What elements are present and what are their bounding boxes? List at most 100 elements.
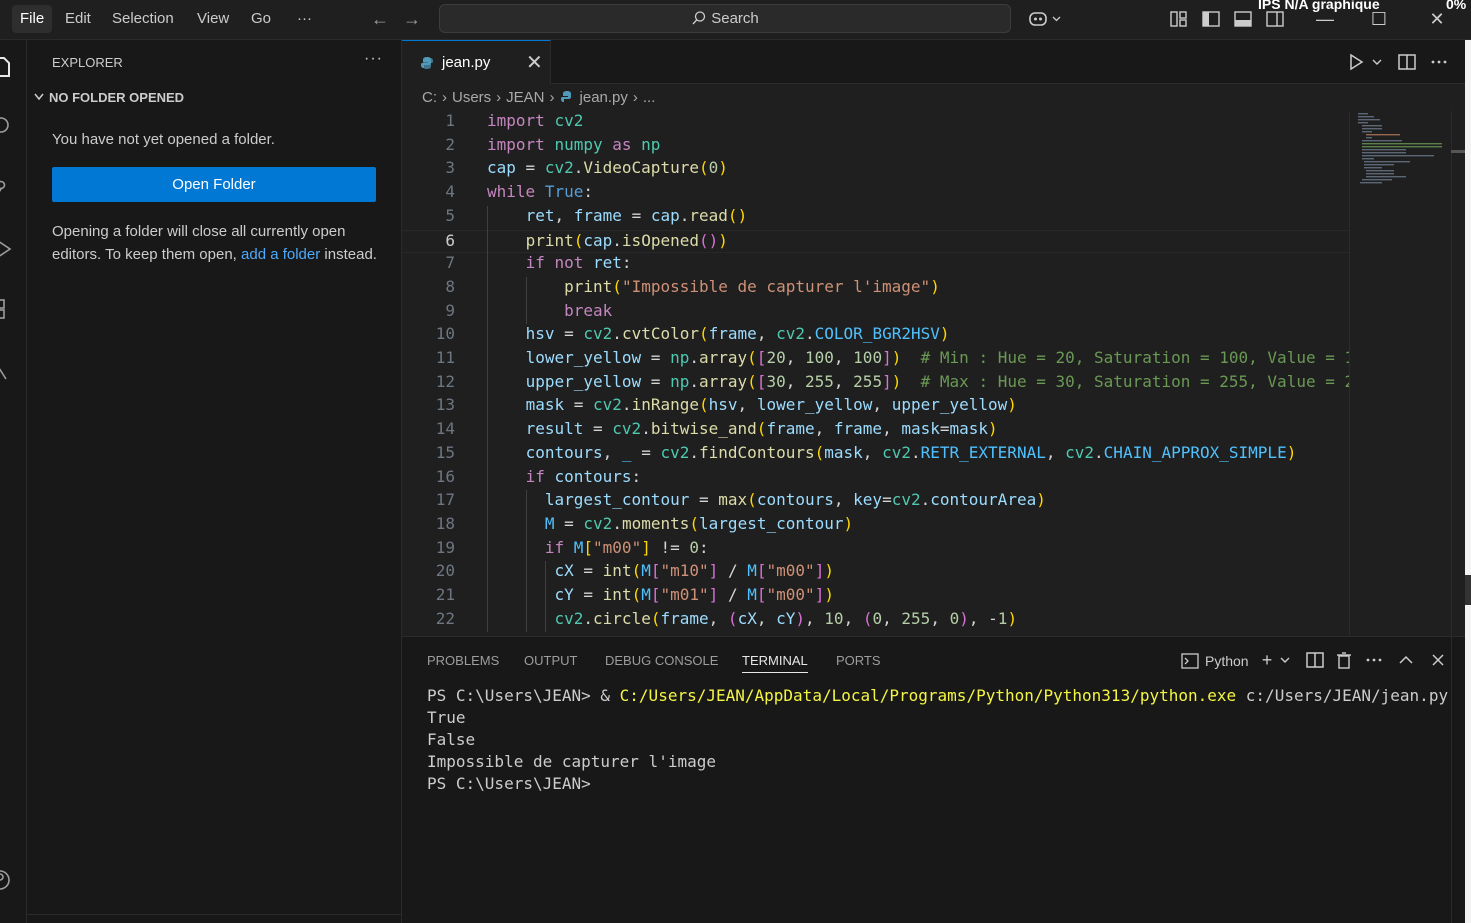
- code-line[interactable]: 12 upper_yellow = np.array([30, 255, 255…: [402, 372, 1349, 396]
- terminal-arg: c:/Users/JEAN/jean.py: [1236, 686, 1449, 705]
- code-line[interactable]: 4 while True:: [402, 182, 1349, 206]
- tab-debug-console[interactable]: DEBUG CONSOLE: [605, 653, 718, 668]
- code-line[interactable]: 10 hsv = cv2.cvtColor(frame, cv2.COLOR_B…: [402, 324, 1349, 348]
- code-line[interactable]: 6 print(cap.isOpened()): [402, 229, 1349, 254]
- code-line[interactable]: 16 if contours:: [402, 467, 1349, 491]
- terminal-icon: [1181, 653, 1199, 669]
- arrow-left-icon[interactable]: ←: [369, 8, 391, 30]
- code-line[interactable]: 14 result = cv2.bitwise_and(frame, frame…: [402, 419, 1349, 443]
- code-line[interactable]: 1 import cv2: [402, 111, 1349, 135]
- menu-view[interactable]: View: [189, 0, 237, 38]
- menu-selection[interactable]: Selection: [104, 0, 182, 38]
- editor-more-actions-icon[interactable]: [1429, 52, 1449, 72]
- tab-ports[interactable]: PORTS: [836, 653, 881, 668]
- indent-guide: [487, 205, 488, 633]
- breadcrumb-item[interactable]: JEAN: [506, 89, 544, 106]
- menu-more[interactable]: ···: [289, 0, 320, 38]
- maximize-panel-chevron-up-icon[interactable]: [1396, 650, 1416, 670]
- code-text: if not ret:: [525, 253, 632, 273]
- line-number: 10: [435, 324, 455, 344]
- panel-more-actions-icon[interactable]: [1364, 650, 1384, 670]
- explorer-files-icon[interactable]: [0, 56, 12, 78]
- maximize-icon[interactable]: ☐: [1366, 6, 1392, 32]
- run-python-icon[interactable]: [1346, 52, 1366, 72]
- split-editor-icon[interactable]: [1397, 52, 1417, 72]
- code-editor[interactable]: 1 import cv2 2 import numpy as np 3 cap = cv2…: [402, 111, 1349, 636]
- tab-jean-py[interactable]: jean.py ✕: [402, 40, 551, 84]
- terminal-dropdown-chevron-icon[interactable]: [1278, 650, 1292, 670]
- editor-scrollbar-thumb[interactable]: [1451, 150, 1465, 153]
- toggle-panel-icon[interactable]: [1233, 9, 1253, 29]
- search-view-icon[interactable]: [0, 115, 12, 137]
- explorer-sidebar: EXPLORER ··· NO FOLDER OPENED You have n…: [27, 40, 402, 923]
- minimize-icon[interactable]: —: [1312, 6, 1338, 32]
- copilot-icon[interactable]: [1027, 9, 1065, 29]
- code-line[interactable]: 19 if M["m00"] != 0:: [402, 538, 1349, 562]
- indent-guide: [544, 561, 546, 633]
- breadcrumb-item[interactable]: jean.py: [580, 89, 628, 106]
- extensions-icon[interactable]: [0, 298, 12, 320]
- line-number: 11: [435, 348, 455, 367]
- toggle-primary-sidebar-icon[interactable]: [1201, 9, 1221, 29]
- menu-edit[interactable]: Edit: [57, 0, 99, 38]
- tab-problems[interactable]: PROBLEMS: [427, 653, 499, 668]
- code-line[interactable]: 7 if not ret:: [402, 253, 1349, 277]
- breadcrumb-item[interactable]: C:: [422, 89, 437, 106]
- terminal-prompt: PS C:\Users\JEAN>: [427, 774, 591, 793]
- code-line[interactable]: 18 M = cv2.moments(largest_contour): [402, 514, 1349, 538]
- bottom-panel: PROBLEMS OUTPUT DEBUG CONSOLE TERMINAL P…: [402, 636, 1471, 923]
- line-number: 21: [435, 585, 455, 604]
- source-control-icon[interactable]: [0, 177, 12, 199]
- close-panel-icon[interactable]: [1428, 650, 1448, 670]
- terminal-output[interactable]: PS C:\Users\JEAN> & C:/Users/JEAN/AppDat…: [427, 685, 1448, 795]
- python-file-icon: [560, 91, 571, 102]
- add-folder-link[interactable]: add a folder: [241, 246, 320, 263]
- line-number: 16: [435, 466, 455, 486]
- code-line[interactable]: 13 mask = cv2.inRange(hsv, lower_yellow,…: [402, 395, 1349, 419]
- menu-file[interactable]: File: [12, 5, 53, 33]
- title-bar: File Edit Selection View Go ··· ← → Sear…: [0, 0, 1471, 40]
- close-tab-icon[interactable]: ✕: [526, 50, 543, 75]
- code-line[interactable]: 3 cap = cv2.VideoCapture(0): [402, 158, 1349, 182]
- run-debug-icon[interactable]: [0, 238, 12, 260]
- command-center-search[interactable]: Search: [439, 4, 1011, 33]
- terminal-output-line: False: [427, 730, 476, 749]
- open-folder-button[interactable]: Open Folder: [52, 167, 376, 202]
- line-number: 19: [435, 537, 455, 557]
- breadcrumb-item[interactable]: ...: [643, 89, 656, 106]
- customize-layout-icon[interactable]: [1169, 9, 1189, 29]
- arrow-right-icon[interactable]: →: [401, 8, 423, 30]
- code-line[interactable]: 17 largest_contour = max(contours, key=c…: [402, 490, 1349, 514]
- account-icon[interactable]: [0, 869, 12, 891]
- code-line[interactable]: 9 break: [402, 301, 1349, 325]
- toggle-secondary-sidebar-icon[interactable]: [1265, 9, 1285, 29]
- chevron-right-icon: ›: [442, 89, 447, 106]
- explorer-more-icon[interactable]: ···: [364, 50, 383, 68]
- code-text: import cv2: [487, 111, 584, 130]
- code-line[interactable]: 2 import numpy as np: [402, 135, 1349, 159]
- tab-terminal[interactable]: TERMINAL: [742, 653, 808, 673]
- code-line[interactable]: 5 ret, frame = cap.read(): [402, 206, 1349, 230]
- run-dropdown-chevron-icon[interactable]: [1370, 52, 1384, 72]
- code-line[interactable]: 8 print("Impossible de capturer l'image"…: [402, 277, 1349, 301]
- line-number: 17: [435, 490, 455, 510]
- menu-go[interactable]: Go: [243, 0, 279, 38]
- no-folder-section-header[interactable]: NO FOLDER OPENED: [33, 90, 184, 105]
- line-number: 13: [435, 395, 455, 415]
- trash-icon[interactable]: [1334, 650, 1354, 670]
- new-terminal-icon[interactable]: +: [1257, 650, 1277, 670]
- explorer-title: EXPLORER: [52, 55, 123, 70]
- breadcrumb-item[interactable]: Users: [452, 89, 491, 106]
- split-terminal-icon[interactable]: [1305, 650, 1325, 670]
- testing-flask-icon[interactable]: [0, 359, 12, 381]
- code-line[interactable]: 11 lower_yellow = np.array([20, 100, 100…: [402, 348, 1349, 372]
- terminal-kind-label[interactable]: Python: [1205, 653, 1249, 669]
- tab-output[interactable]: OUTPUT: [524, 653, 577, 668]
- minimap[interactable]: [1349, 111, 1451, 636]
- editor-scrollbar[interactable]: [1451, 111, 1465, 636]
- terminal-amp: &: [600, 686, 620, 705]
- code-line[interactable]: 15 contours, _ = cv2.findContours(mask, …: [402, 443, 1349, 467]
- panel-scrollbar[interactable]: [1451, 637, 1465, 923]
- code-text: import numpy as np: [487, 134, 661, 154]
- close-window-icon[interactable]: ✕: [1424, 6, 1450, 32]
